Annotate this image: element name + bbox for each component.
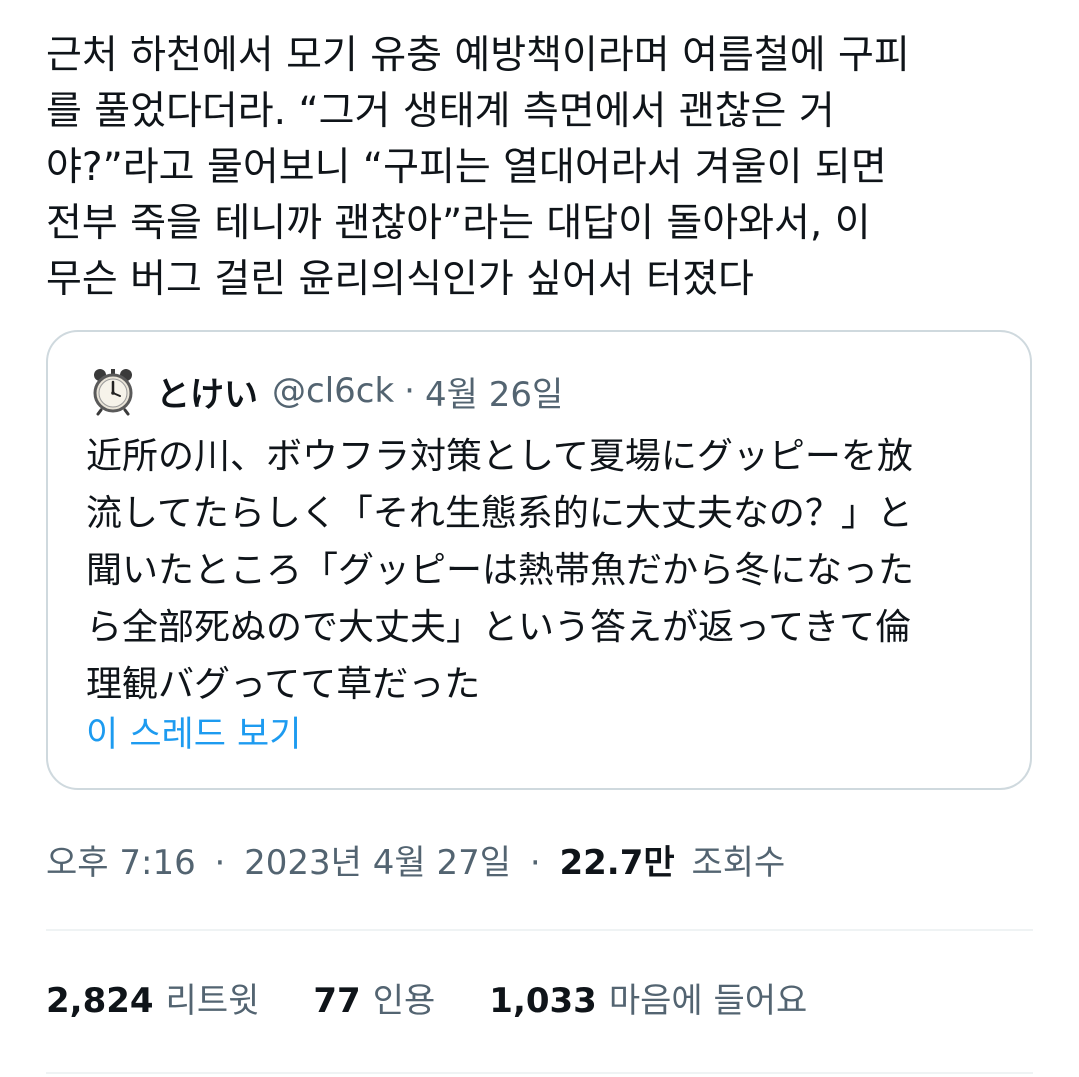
retweets-count: 2,824 xyxy=(46,981,154,1021)
show-thread-link[interactable]: 이 스레드 보기 xyxy=(86,710,301,760)
retweets-label: 리트윗 xyxy=(165,981,260,1021)
quoted-text-line: ら全部死ぬので大丈夫」という答えが返ってきて倫 xyxy=(86,607,912,648)
engagement-stats-row: 2,824 리트윗 77 인용 1,033 마음에 들어요 xyxy=(46,976,861,1026)
quotes-count: 77 xyxy=(313,981,361,1021)
tweet-date[interactable]: 2023년 4월 27일 xyxy=(244,843,511,883)
views-count[interactable]: 22.7만 xyxy=(559,843,674,883)
quoted-handle[interactable]: @cl6ck xyxy=(272,371,394,411)
quotes-stat[interactable]: 77 인용 xyxy=(313,976,435,1026)
views-label: 조회수 xyxy=(691,843,786,883)
tweet-text-line: 야?”라고 물어보니 “구피는 열대어라서 겨울이 되면 xyxy=(46,145,887,190)
likes-stat[interactable]: 1,033 마음에 들어요 xyxy=(489,976,807,1026)
tweet-text-line: 를 풀었다더라. “그거 생태계 측면에서 괜찮은 거 xyxy=(46,89,835,134)
likes-label: 마음에 들어요 xyxy=(608,981,808,1021)
tweet-time[interactable]: 오후 7:16 xyxy=(46,843,196,883)
tweet-text-line: 근처 하천에서 모기 유충 예방책이라며 여름철에 구피 xyxy=(46,33,910,78)
meta-separator: · xyxy=(529,843,541,883)
quoted-tweet-header: とけい @cl6ck · 4월 26일 xyxy=(88,366,563,416)
quoted-display-name[interactable]: とけい xyxy=(156,367,258,416)
quoted-text-line: 近所の川、ボウフラ対策として夏場にグッピーを放 xyxy=(86,436,913,477)
quoted-text-line: 理観バグってて草だった xyxy=(86,664,481,705)
tweet-text: 근처 하천에서 모기 유충 예방책이라며 여름철에 구피 를 풀었다더라. “그… xyxy=(46,28,1046,308)
tweet-text-line: 전부 죽을 테니까 괜찮아”라는 대답이 돌아와서, 이 xyxy=(46,201,871,246)
divider xyxy=(46,1072,1033,1074)
quoted-tweet-text: 近所の川、ボウフラ対策として夏場にグッピーを放 流してたらしく「それ生態系的に大… xyxy=(86,428,1006,713)
quoted-tweet-card[interactable]: とけい @cl6ck · 4월 26일 近所の川、ボウフラ対策として夏場にグッピ… xyxy=(46,330,1032,790)
quotes-label: 인용 xyxy=(372,981,436,1021)
quoted-text-line: 聞いたところ「グッピーは熱帯魚だから冬になった xyxy=(86,550,915,591)
alarm-clock-icon[interactable] xyxy=(88,366,138,416)
tweet-text-line: 무슨 버그 걸린 윤리의식인가 싶어서 터졌다 xyxy=(46,257,754,302)
quoted-date[interactable]: 4월 26일 xyxy=(425,367,563,416)
likes-count: 1,033 xyxy=(489,981,597,1021)
tweet-timestamp-row: 오후 7:16 · 2023년 4월 27일 · 22.7만 조회수 xyxy=(46,838,785,888)
quoted-meta-separator: · xyxy=(404,371,415,411)
retweets-stat[interactable]: 2,824 리트윗 xyxy=(46,976,259,1026)
quoted-text-line: 流してたらしく「それ生態系的に大丈夫なの？」と xyxy=(86,493,913,534)
divider xyxy=(46,929,1033,931)
meta-separator: · xyxy=(214,843,226,883)
